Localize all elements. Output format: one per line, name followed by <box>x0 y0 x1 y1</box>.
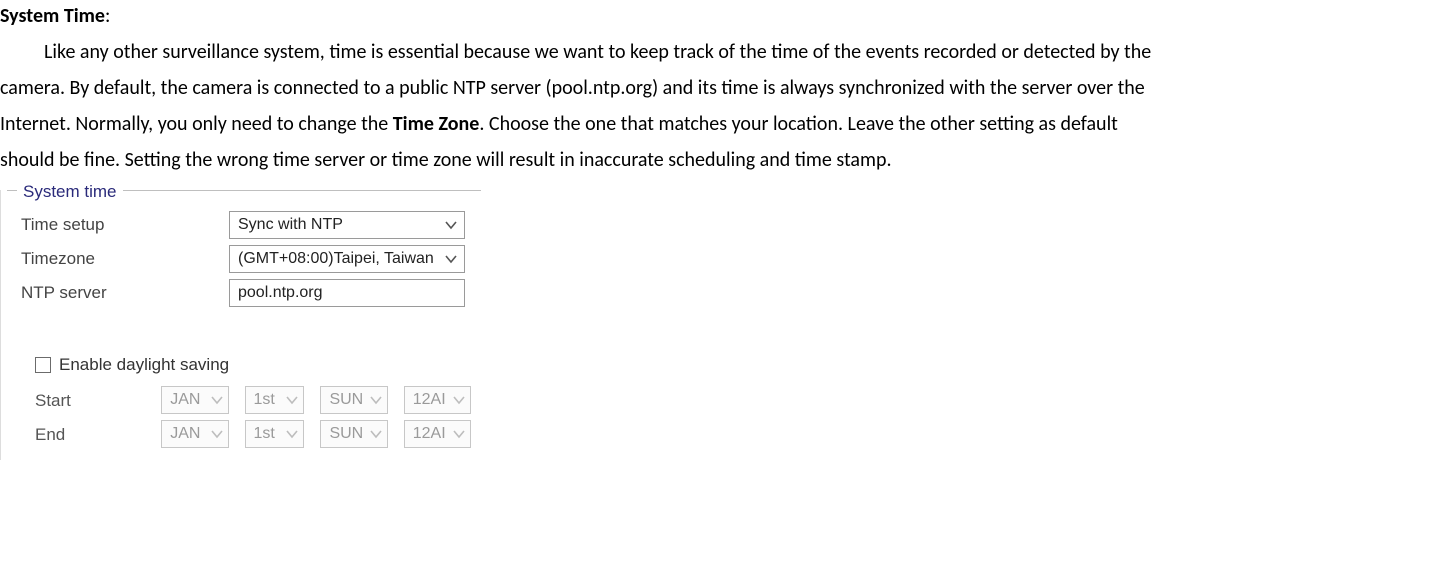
paragraph-line-4: should be fine. Setting the wrong time s… <box>0 144 1432 176</box>
input-ntp-server-value: pool.ntp.org <box>238 280 323 306</box>
select-dst-start-week[interactable]: 1st <box>245 386 305 414</box>
paragraph-text: . Choose the one that matches your locat… <box>479 112 1118 136</box>
input-ntp-server[interactable]: pool.ntp.org <box>229 279 465 307</box>
fieldset-legend: System time <box>17 178 123 205</box>
system-time-fieldset: System time Time setup Sync with NTP Tim… <box>7 190 481 460</box>
select-dst-start-month[interactable]: JAN <box>161 386 228 414</box>
select-value: JAN <box>170 387 200 413</box>
chevron-down-icon <box>369 427 383 441</box>
paragraph-text: should be fine. Setting the wrong time s… <box>0 148 892 172</box>
select-time-setup[interactable]: Sync with NTP <box>229 211 465 239</box>
heading-line: System Time: <box>0 0 1432 32</box>
chevron-down-icon <box>210 393 224 407</box>
select-value: JAN <box>170 421 200 447</box>
label-dst-end: End <box>35 421 145 448</box>
select-dst-start-hour[interactable]: 12AI <box>404 386 471 414</box>
paragraph-line-1: Like any other surveillance system, time… <box>0 36 1432 68</box>
row-time-setup: Time setup Sync with NTP <box>21 211 471 239</box>
paragraph-text: camera. By default, the camera is connec… <box>0 76 1145 100</box>
select-value: SUN <box>329 421 363 447</box>
section-heading: System Time <box>0 4 105 28</box>
select-value: 12AI <box>413 387 446 413</box>
select-dst-end-month[interactable]: JAN <box>161 420 228 448</box>
checkbox-enable-dst[interactable] <box>35 357 51 373</box>
select-value: SUN <box>329 387 363 413</box>
chevron-down-icon <box>369 393 383 407</box>
select-dst-start-day[interactable]: SUN <box>320 386 387 414</box>
select-value: 12AI <box>413 421 446 447</box>
row-timezone: Timezone (GMT+08:00)Taipei, Taiwan <box>21 245 471 273</box>
select-dst-end-week[interactable]: 1st <box>245 420 305 448</box>
paragraph-text: Like any other surveillance system, time… <box>44 40 1151 64</box>
chevron-down-icon <box>452 427 466 441</box>
select-time-setup-value: Sync with NTP <box>238 212 343 238</box>
paragraph-text: Internet. Normally, you only need to cha… <box>0 112 393 136</box>
bold-term: Time Zone <box>393 112 480 136</box>
row-ntp-server: NTP server pool.ntp.org <box>21 279 471 307</box>
paragraph-line-3: Internet. Normally, you only need to cha… <box>0 108 1432 140</box>
row-dst-start: Start JAN 1st SUN 12AI <box>35 386 471 414</box>
chevron-down-icon <box>444 252 458 266</box>
select-timezone-value: (GMT+08:00)Taipei, Taiwan <box>238 246 434 272</box>
label-enable-dst: Enable daylight saving <box>59 351 229 378</box>
chevron-down-icon <box>210 427 224 441</box>
select-value: 1st <box>254 387 275 413</box>
system-time-panel: System time Time setup Sync with NTP Tim… <box>0 190 481 460</box>
row-enable-dst: Enable daylight saving <box>35 351 471 378</box>
label-time-setup: Time setup <box>21 211 221 238</box>
chevron-down-icon <box>444 218 458 232</box>
chevron-down-icon <box>452 393 466 407</box>
chevron-down-icon <box>285 427 299 441</box>
label-dst-start: Start <box>35 387 145 414</box>
select-dst-end-day[interactable]: SUN <box>320 420 387 448</box>
label-ntp-server: NTP server <box>21 279 221 306</box>
select-timezone[interactable]: (GMT+08:00)Taipei, Taiwan <box>229 245 465 273</box>
chevron-down-icon <box>285 393 299 407</box>
label-timezone: Timezone <box>21 245 221 272</box>
select-dst-end-hour[interactable]: 12AI <box>404 420 471 448</box>
paragraph-line-2: camera. By default, the camera is connec… <box>0 72 1432 104</box>
select-value: 1st <box>254 421 275 447</box>
row-dst-end: End JAN 1st SUN 12AI <box>35 420 471 448</box>
heading-colon: : <box>105 4 110 28</box>
